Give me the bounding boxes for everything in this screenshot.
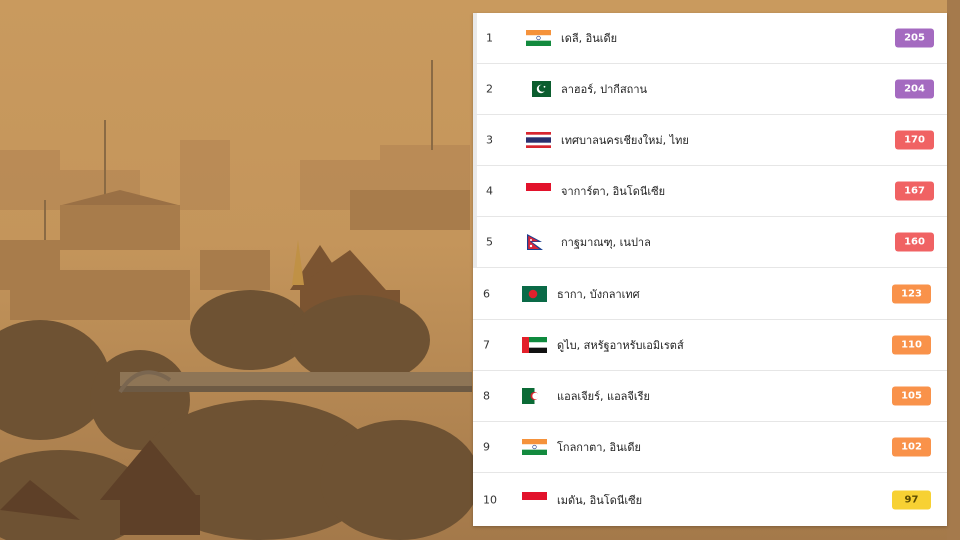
aqi-badge: 123 xyxy=(892,284,931,303)
ranking-row[interactable]: 10 เมดัน, อินโดนีเซีย 97 xyxy=(473,473,947,526)
aqi-badge: 105 xyxy=(892,386,931,406)
aqi-badge: 167 xyxy=(895,181,934,201)
city-name: เมดัน, อินโดนีเซีย xyxy=(557,493,643,507)
indonesia-flag-icon xyxy=(522,491,547,508)
ranking-row[interactable]: 5 กาฐมาณฑุ, เนปาล 160 xyxy=(473,217,947,268)
nepal-flag-icon xyxy=(526,234,551,250)
city-name: โกลกาตา, อินเดีย xyxy=(557,441,641,454)
rank-number: 5 xyxy=(486,235,493,249)
aqi-badge: 160 xyxy=(895,232,934,252)
rank-number: 1 xyxy=(486,31,493,45)
city-name: จาการ์ตา, อินโดนีเซีย xyxy=(561,185,666,198)
bangladesh-flag-icon xyxy=(522,285,547,302)
rank-number: 7 xyxy=(483,338,490,352)
city-name: ลาฮอร์, ปากีสถาน xyxy=(561,83,648,96)
aqi-badge: 110 xyxy=(892,335,931,355)
pakistan-flag-icon xyxy=(526,81,551,97)
city-name: ดูไบ, สหรัฐอาหรับเอมิเรตส์ xyxy=(557,339,684,352)
city-name: เทศบาลนครเชียงใหม่, ไทย xyxy=(561,134,689,147)
city-name: ธากา, บังกลาเทศ xyxy=(557,287,640,301)
city-name: แอลเจียร์, แอลจีเรีย xyxy=(557,390,650,403)
city-name: กาฐมาณฑุ, เนปาล xyxy=(561,236,651,249)
rank-number: 4 xyxy=(486,184,493,198)
rank-number: 2 xyxy=(486,82,493,96)
aqi-badge: 205 xyxy=(895,28,934,48)
ranking-row[interactable]: 6 ธากา, บังกลาเทศ 123 xyxy=(473,268,947,320)
aqi-badge: 170 xyxy=(895,130,934,150)
ranking-row[interactable]: 8 แอลเจียร์, แอลจีเรีย 105 xyxy=(473,371,947,422)
rank-number: 3 xyxy=(486,133,493,147)
city-name: เดลี, อินเดีย xyxy=(561,32,618,45)
india-flag-icon xyxy=(526,30,551,46)
aqi-badge: 204 xyxy=(895,79,934,99)
ranking-row[interactable]: 4 จาการ์ตา, อินโดนีเซีย 167 xyxy=(473,166,947,217)
thailand-flag-icon xyxy=(526,132,551,148)
ranking-row[interactable]: 1 เดลี, อินเดีย 205 xyxy=(473,13,947,64)
ranking-row[interactable]: 3 เทศบาลนครเชียงใหม่, ไทย 170 xyxy=(473,115,947,166)
aqi-city-ranking-panel: 1 เดลี, อินเดีย 205 2 ลาฮอร์, ปากีสถาน 2… xyxy=(473,13,947,526)
algeria-flag-icon xyxy=(522,388,547,404)
aqi-badge: 102 xyxy=(892,437,931,457)
uae-flag-icon xyxy=(522,337,547,353)
ranking-row[interactable]: 2 ลาฮอร์, ปากีสถาน 204 xyxy=(473,64,947,115)
india-flag-icon xyxy=(522,439,547,455)
ranking-row[interactable]: 9 โกลกาตา, อินเดีย 102 xyxy=(473,422,947,473)
ranking-row[interactable]: 7 ดูไบ, สหรัฐอาหรับเอมิเรตส์ 110 xyxy=(473,320,947,371)
rank-number: 6 xyxy=(483,287,490,300)
rank-number: 10 xyxy=(483,493,497,506)
rank-number: 8 xyxy=(483,389,490,403)
indonesia-flag-icon xyxy=(526,183,551,199)
aqi-badge: 97 xyxy=(892,490,931,509)
rank-number: 9 xyxy=(483,440,490,454)
